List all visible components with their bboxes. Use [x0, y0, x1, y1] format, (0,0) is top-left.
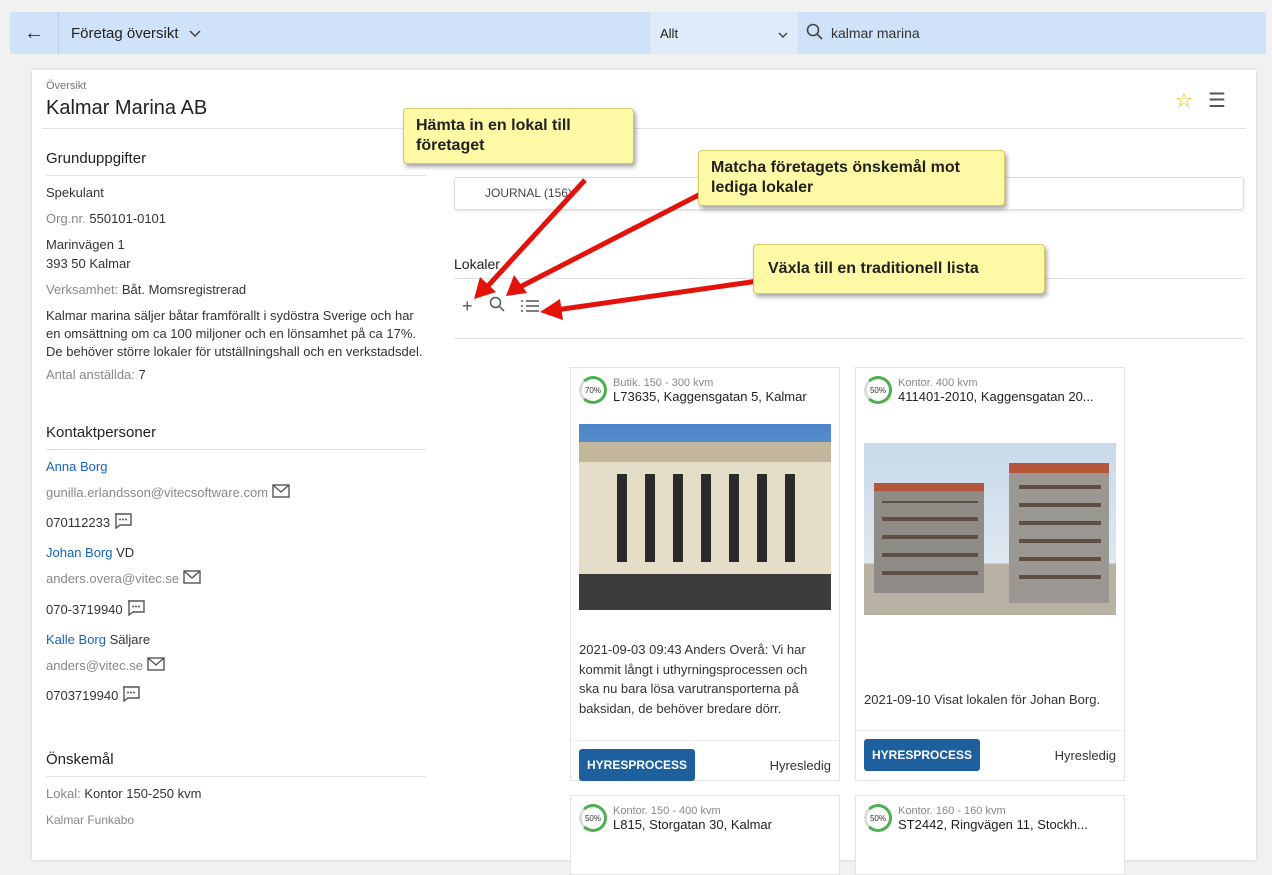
- property-type: Butik. 150 - 300 kvm: [613, 376, 714, 389]
- divider: [42, 128, 1246, 129]
- company-status: Spekulant: [46, 185, 104, 200]
- match-percent-badge: 50%: [864, 376, 892, 404]
- address: Marinvägen 1 393 50 Kalmar: [46, 237, 131, 271]
- property-type: Kontor. 160 - 160 kvm: [898, 804, 1006, 817]
- add-icon[interactable]: +: [462, 296, 473, 317]
- hyresprocess-button[interactable]: HYRESPROCESS: [864, 739, 981, 771]
- contact-name[interactable]: Anna Borg: [46, 458, 426, 476]
- divider: [58, 12, 59, 54]
- property-note: 2021-09-03 09:43 Anders Overå: Vi har ko…: [579, 642, 808, 716]
- sms-icon: [122, 686, 141, 707]
- callout-list: Växla till en traditionell lista: [753, 244, 1045, 294]
- sms-icon: [114, 513, 132, 534]
- property-photo: [579, 424, 831, 610]
- section-heading-contacts: Kontaktpersoner: [46, 422, 426, 450]
- property-photo: [864, 443, 1116, 615]
- search-icon[interactable]: [806, 23, 823, 43]
- status-badge: Hyresledig: [769, 757, 831, 773]
- property-card[interactable]: 70% Butik. 150 - 300 kvm L73635, Kaggensg…: [570, 367, 840, 781]
- match-percent-badge: 50%: [864, 804, 892, 832]
- chevron-down-icon: [778, 26, 788, 41]
- section-heading-grund: Grunduppgifter: [46, 148, 426, 176]
- property-card[interactable]: 50% Kontor. 160 - 160 kvm ST2442, Ringväg…: [855, 795, 1125, 875]
- back-arrow-icon[interactable]: ←: [10, 12, 58, 54]
- contact-phone[interactable]: 070-3719940: [46, 599, 426, 621]
- search-icon[interactable]: [489, 296, 505, 317]
- property-footer: HYRESPROCESS Hyresledig: [856, 730, 1124, 779]
- top-bar: ← Företag översikt Allt kalmar marina: [10, 12, 1266, 54]
- search-field[interactable]: kalmar marina: [806, 12, 920, 54]
- section-heading-wishes: Önskemål: [46, 749, 426, 778]
- mail-icon: [272, 484, 290, 503]
- contact-name[interactable]: Kalle Borg Säljare: [46, 631, 426, 649]
- hamburger-menu-icon[interactable]: ☰: [1208, 88, 1226, 113]
- overview-card: Översikt Kalmar Marina AB ☆ ☰ Grunduppgi…: [32, 70, 1256, 875]
- match-percent-badge: 50%: [579, 804, 607, 832]
- contact-name[interactable]: Johan Borg VD: [46, 544, 426, 562]
- status-badge: Hyresledig: [1054, 747, 1116, 763]
- contact-email[interactable]: anders.overa@vitec.se: [46, 570, 426, 589]
- property-note: 2021-09-10 Visat lokalen för Johan Borg.: [864, 692, 1101, 707]
- contact-phone[interactable]: 070112233: [46, 513, 426, 534]
- search-input[interactable]: kalmar marina: [831, 25, 920, 41]
- sms-icon: [127, 599, 145, 621]
- property-address: L815, Storgatan 30, Kalmar: [613, 816, 772, 832]
- favorite-star-icon[interactable]: ☆: [1175, 88, 1193, 113]
- property-type: Kontor. 400 kvm: [898, 376, 978, 389]
- breadcrumb: Översikt: [46, 80, 87, 92]
- divider: [454, 338, 1244, 339]
- contact-phone[interactable]: 0703719940: [46, 686, 426, 707]
- company-name: Kalmar Marina AB: [46, 97, 208, 119]
- match-percent-badge: 70%: [579, 376, 607, 404]
- page-title: Företag översikt: [71, 24, 179, 42]
- list-view-icon[interactable]: [520, 296, 539, 317]
- org-number: Org.nr. 550101-0101: [46, 211, 167, 227]
- mail-icon: [147, 657, 165, 676]
- property-card[interactable]: 50% Kontor. 400 kvm 411401-2010, Kaggensg…: [855, 367, 1125, 781]
- lokaler-toolbar: +: [462, 296, 539, 317]
- property-type: Kontor. 150 - 400 kvm: [613, 804, 721, 817]
- chevron-down-icon: [189, 25, 201, 42]
- property-address: 411401-2010, Kaggensgatan 20...: [898, 388, 1094, 404]
- mail-icon: [183, 570, 201, 589]
- property-address: L73635, Kaggensgatan 5, Kalmar: [613, 388, 807, 404]
- wish-lokal: Lokal: Kontor 150-250 kvm: [46, 786, 202, 802]
- callout-match: Matcha företagets önskemål mot lediga lo…: [698, 150, 1005, 206]
- description: Kalmar marina säljer båtar framförallt i…: [46, 307, 423, 360]
- contact-email[interactable]: gunilla.erlandsson@vitecsoftware.com: [46, 484, 426, 503]
- hyresprocess-button[interactable]: HYRESPROCESS: [579, 749, 696, 781]
- property-footer: HYRESPROCESS Hyresledig: [571, 740, 839, 789]
- contact-list: Anna Borg gunilla.erlandsson@vitecsoftwa…: [46, 458, 426, 708]
- filter-select[interactable]: Allt: [650, 12, 798, 54]
- employees: Antal anställda: 7: [46, 366, 146, 382]
- left-column: Grunduppgifter Spekulant Org.nr. 550101-…: [46, 148, 426, 836]
- page-title-dropdown[interactable]: Företag översikt: [71, 25, 201, 42]
- filter-value: Allt: [660, 25, 679, 41]
- property-card[interactable]: 50% Kontor. 150 - 400 kvm L815, Storgatan…: [570, 795, 840, 875]
- wish-area: Kalmar Funkabo: [46, 812, 135, 827]
- verksamhet: Verksamhet: Båt. Momsregistrerad: [46, 281, 247, 297]
- contact-email[interactable]: anders@vitec.se: [46, 657, 426, 676]
- callout-add-lokal: Hämta in en lokal till företaget: [403, 108, 634, 164]
- property-address: ST2442, Ringvägen 11, Stockh...: [898, 816, 1088, 832]
